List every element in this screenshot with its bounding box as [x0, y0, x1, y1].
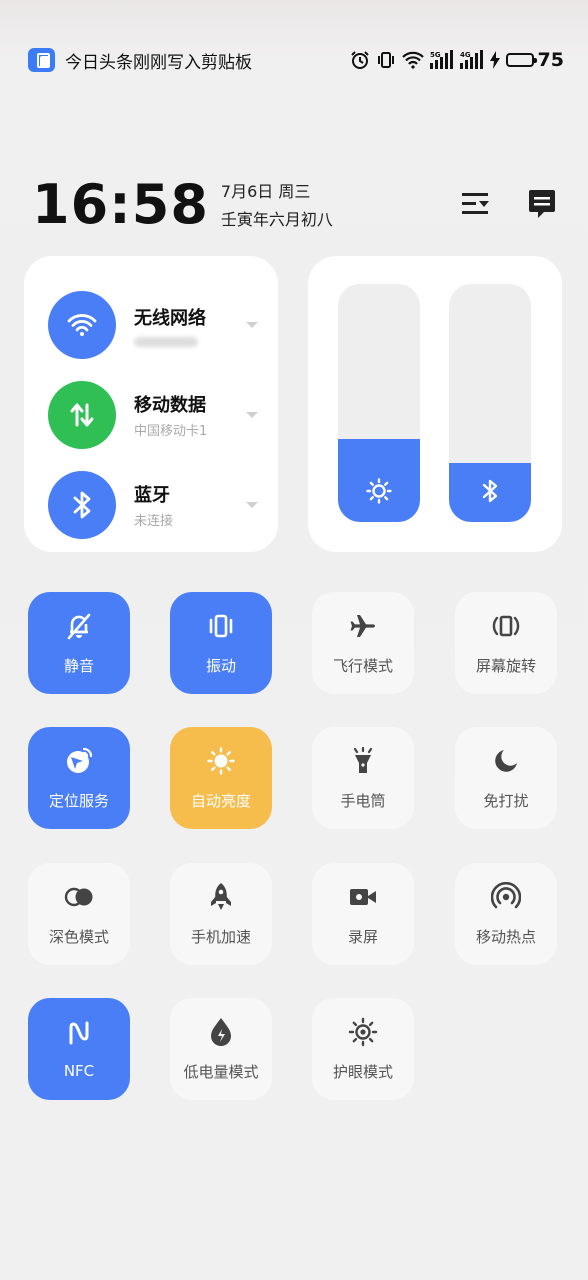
tile-label: NFC	[63, 1062, 95, 1080]
alarm-icon	[350, 50, 370, 70]
date-block: 7月6日 周三 壬寅年六月初八	[221, 178, 333, 230]
rotate-icon	[491, 611, 521, 641]
bluetooth-text: 蓝牙 未连接	[134, 481, 246, 529]
bluetooth-title: 蓝牙	[134, 485, 170, 506]
wifi-network-name-redacted	[134, 336, 198, 347]
clipboard-app-icon	[28, 48, 55, 72]
video-camera-icon	[348, 882, 378, 912]
location-icon	[64, 746, 94, 776]
wifi-icon	[67, 314, 97, 336]
sun-icon	[206, 746, 236, 776]
rocket-icon	[206, 882, 236, 912]
volume-slider-fill	[449, 462, 531, 522]
wifi-text: 无线网络	[134, 304, 246, 347]
mobile-data-toggle[interactable]	[48, 381, 116, 449]
wifi-icon	[401, 51, 424, 69]
data-transfer-icon	[70, 403, 94, 427]
signal-4g-label: 4G	[460, 51, 471, 59]
bell-off-icon	[64, 611, 94, 641]
bluetooth-row[interactable]: 蓝牙 未连接	[48, 460, 260, 550]
tile-battery-saver[interactable]: 低电量模式	[170, 998, 272, 1100]
signal-5g-icon: 5G	[429, 50, 454, 70]
eye-care-icon	[348, 1017, 378, 1047]
tile-bell-off[interactable]: 静音	[28, 592, 130, 694]
tile-label: 护眼模式	[332, 1062, 393, 1081]
signal-4g-icon: 4G	[459, 50, 484, 70]
volume-slider[interactable]	[449, 284, 531, 522]
tile-label: 深色模式	[48, 927, 109, 946]
tile-eye-care[interactable]: 护眼模式	[312, 998, 414, 1100]
note-icon	[529, 190, 555, 218]
lunar-date: 壬寅年六月初八	[220, 210, 333, 229]
control-center-header: 16:58 7月6日 周三 壬寅年六月初八	[32, 172, 558, 236]
tile-sun[interactable]: 自动亮度	[170, 727, 272, 829]
clock: 16:58	[32, 172, 209, 236]
battery: 75	[505, 49, 564, 71]
flashlight-icon	[348, 746, 378, 776]
date: 7月6日 周三	[220, 182, 311, 201]
chevron-down-icon[interactable]	[246, 502, 258, 508]
tile-dark-mode[interactable]: 深色模式	[28, 863, 130, 965]
charging-icon	[489, 51, 500, 69]
tile-label: 屏幕旋转	[475, 656, 536, 675]
header-actions	[460, 188, 558, 220]
wifi-toggle[interactable]	[48, 291, 116, 359]
mobile-data-row[interactable]: 移动数据 中国移动卡1	[48, 370, 260, 460]
tile-rotate[interactable]: 屏幕旋转	[455, 592, 557, 694]
status-bar: 今日头条刚刚写入剪贴板 5G 4G 75	[28, 46, 564, 74]
bluetooth-icon	[482, 479, 498, 503]
wifi-title: 无线网络	[134, 307, 206, 329]
chevron-down-icon[interactable]	[246, 412, 258, 418]
brightness-slider[interactable]	[338, 284, 420, 522]
wifi-row[interactable]: 无线网络	[48, 280, 260, 370]
sliders-card	[308, 256, 562, 552]
signal-5g-label: 5G	[430, 51, 441, 59]
hotspot-icon	[491, 881, 521, 912]
bluetooth-icon	[73, 491, 91, 519]
tile-label: 静音	[63, 656, 94, 675]
airplane-icon	[348, 611, 378, 641]
vibrate-icon	[376, 50, 396, 70]
notes-button[interactable]	[526, 188, 558, 220]
tile-label: 低电量模式	[183, 1062, 259, 1081]
moon-icon	[491, 746, 521, 776]
sun-icon	[366, 478, 392, 504]
chevron-down-icon[interactable]	[246, 322, 258, 328]
tile-flashlight[interactable]: 手电筒	[312, 727, 414, 829]
tile-rocket[interactable]: 手机加速	[170, 863, 272, 965]
bluetooth-toggle[interactable]	[48, 471, 116, 539]
tile-nfc[interactable]: NFC	[28, 998, 130, 1100]
connectivity-card: 无线网络 移动数据 中国移动卡1 蓝牙 未连接	[24, 256, 278, 552]
tile-label: 免打扰	[483, 791, 529, 810]
tile-label: 手电筒	[340, 791, 386, 810]
tile-hotspot[interactable]: 移动热点	[455, 863, 557, 965]
status-icons: 5G 4G 75	[350, 49, 564, 71]
tile-label: 手机加速	[190, 927, 251, 946]
tile-label: 自动亮度	[190, 791, 251, 810]
tile-label: 录屏	[347, 927, 378, 946]
bluetooth-subtitle: 未连接	[134, 514, 174, 529]
tile-location[interactable]: 定位服务	[28, 727, 130, 829]
tile-label: 振动	[205, 656, 236, 675]
tile-label: 移动热点	[475, 927, 536, 946]
battery-percent: 75	[537, 49, 564, 71]
battery-saver-icon	[206, 1017, 236, 1047]
notification-text: 今日头条刚刚写入剪贴板	[65, 52, 252, 73]
tile-label: 定位服务	[48, 791, 109, 810]
mobile-data-text: 移动数据 中国移动卡1	[134, 391, 246, 439]
edit-tiles-button[interactable]	[460, 188, 492, 220]
dark-mode-icon	[64, 882, 94, 912]
tile-vibrate[interactable]: 振动	[170, 592, 272, 694]
vibrate-icon	[206, 611, 236, 641]
nfc-icon	[64, 1018, 94, 1048]
tile-video-camera[interactable]: 录屏	[312, 863, 414, 965]
tile-label: 飞行模式	[332, 656, 393, 675]
tile-airplane[interactable]: 飞行模式	[312, 592, 414, 694]
battery-icon	[505, 53, 537, 67]
sort-list-icon	[462, 193, 489, 214]
mobile-data-subtitle: 中国移动卡1	[134, 424, 208, 439]
tile-moon[interactable]: 免打扰	[455, 727, 557, 829]
brightness-slider-fill	[338, 438, 420, 522]
mobile-data-title: 移动数据	[134, 395, 206, 416]
